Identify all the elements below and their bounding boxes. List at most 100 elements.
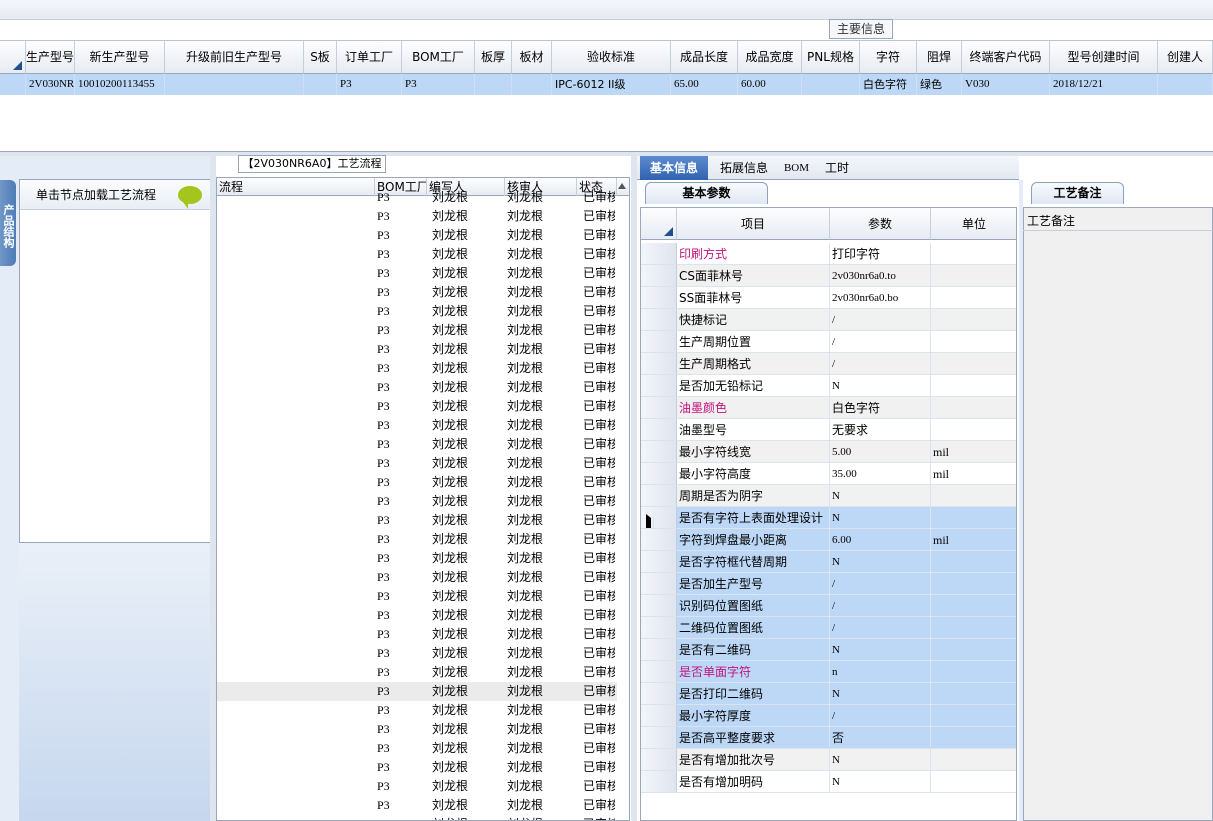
grid-header-cell[interactable]: 板厚: [475, 41, 512, 74]
tree-row[interactable]: 曝光P3刘龙根刘龙根已审核: [217, 302, 617, 321]
param-value[interactable]: N: [830, 507, 931, 529]
tree-row[interactable]: 阻焊前处理P3刘龙根刘龙根已审核: [217, 435, 617, 454]
param-value[interactable]: n: [830, 661, 931, 683]
grid-header-cell[interactable]: 字符: [860, 41, 917, 74]
row-indicator[interactable]: [0, 74, 26, 95]
grid-cell[interactable]: 2V030NR6A0: [26, 74, 75, 95]
grid-cell[interactable]: 60.00: [738, 74, 802, 95]
process-note-tab[interactable]: 工艺备注: [1031, 182, 1124, 204]
grid-cell[interactable]: V030: [962, 74, 1050, 95]
grid-cell[interactable]: [802, 74, 860, 95]
grid-header-cell[interactable]: 生产型号: [26, 41, 75, 74]
param-row[interactable]: 是否有增加批次号 N: [641, 749, 1016, 771]
param-value[interactable]: /: [830, 353, 931, 375]
tree-row[interactable]: −阻焊P3刘龙根刘龙根已审核: [217, 416, 617, 435]
process-note-panel[interactable]: [1023, 207, 1213, 821]
param-row-indicator[interactable]: [641, 309, 677, 331]
tree-row[interactable]: 退膜P3刘龙根刘龙根已审核: [217, 359, 617, 378]
param-value[interactable]: 无要求: [830, 419, 931, 441]
tree-row[interactable]: 终固化1P3刘龙根刘龙根已审核: [217, 758, 617, 777]
product-structure-tab[interactable]: 产品结构: [0, 180, 16, 266]
param-row[interactable]: 快捷标记 /: [641, 309, 1016, 331]
grid-cell[interactable]: 2018/12/21: [1050, 74, 1158, 95]
tree-row[interactable]: 曝光P3刘龙根刘龙根已审核: [217, 511, 617, 530]
param-row[interactable]: 是否单面字符 n: [641, 661, 1016, 683]
tree-row[interactable]: 喷砂P3刘龙根刘龙根已审核: [217, 587, 617, 606]
param-row-indicator[interactable]: [641, 397, 677, 419]
tree-row[interactable]: 负片电镀P3刘龙根刘龙根已审核: [217, 207, 617, 226]
param-row-indicator[interactable]: [641, 551, 677, 573]
grid-header-cell[interactable]: 阻焊: [917, 41, 962, 74]
param-value[interactable]: 6.00: [830, 529, 931, 551]
grid-header-cell[interactable]: 新生产型号: [75, 41, 165, 74]
grid-cell[interactable]: [304, 74, 337, 95]
param-row[interactable]: SS面菲林号 2v030nr6a0.bo: [641, 287, 1016, 309]
param-header-cell[interactable]: 单位: [931, 208, 1016, 240]
grid-cell[interactable]: 白色字符: [860, 74, 917, 95]
tree-row[interactable]: −电镀P3刘龙根刘龙根已审核: [217, 188, 617, 207]
tree-row[interactable]: 外层前处理P3刘龙根刘龙根已审核: [217, 264, 617, 283]
param-value[interactable]: /: [830, 705, 931, 727]
grid-header-cell[interactable]: 成品宽度: [738, 41, 802, 74]
grid-header-cell[interactable]: 创建人: [1158, 41, 1213, 74]
param-row-indicator[interactable]: [641, 617, 677, 639]
param-row-indicator[interactable]: [641, 749, 677, 771]
grid-header-cell[interactable]: 成品长度: [671, 41, 738, 74]
param-row-indicator[interactable]: [641, 661, 677, 683]
grid-header-cell[interactable]: S板: [304, 41, 337, 74]
tree-row[interactable]: −AOIP3刘龙根刘龙根已审核: [217, 378, 617, 397]
tree-row[interactable]: −字符2P3刘龙根刘龙根已审核: [217, 777, 617, 796]
grid-cell[interactable]: 10010200113455: [75, 74, 165, 95]
param-row[interactable]: 生产周期格式 /: [641, 353, 1016, 375]
params-grid[interactable]: 项目 参数 单位 印刷方式 打印字符 CS面菲林号 2v030nr6a0.to SS面菲林号 2…: [640, 207, 1017, 821]
grid-header-cell[interactable]: 板材: [512, 41, 552, 74]
param-row[interactable]: 是否有增加明码 N: [641, 771, 1016, 793]
tab-3[interactable]: 工时: [817, 156, 857, 180]
param-row[interactable]: 是否高平整度要求否: [641, 727, 1016, 749]
grid-cell[interactable]: IPC-6012 II级: [552, 74, 671, 95]
param-value[interactable]: 2v030nr6a0.bo: [830, 287, 931, 309]
param-value[interactable]: 否: [830, 727, 931, 749]
param-value[interactable]: 打印字符: [830, 243, 931, 265]
tree-row[interactable]: 酸性蚀刻P3刘龙根刘龙根已审核: [217, 340, 617, 359]
param-row-indicator[interactable]: [641, 485, 677, 507]
param-row[interactable]: 最小字符厚度 /: [641, 705, 1016, 727]
param-row[interactable]: 油墨型号 无要求: [641, 419, 1016, 441]
grid-header-cell[interactable]: 验收标准: [552, 41, 671, 74]
grid-header-cell[interactable]: BOM工厂: [402, 41, 475, 74]
param-row-indicator[interactable]: [641, 463, 677, 485]
param-value[interactable]: /: [830, 595, 931, 617]
param-row[interactable]: 油墨颜色 白色字符: [641, 397, 1016, 419]
param-value[interactable]: 白色字符: [830, 397, 931, 419]
main-info-label[interactable]: 主要信息: [829, 19, 893, 39]
grid-header-cell[interactable]: PNL规格: [802, 41, 860, 74]
tab-2[interactable]: BOM: [780, 156, 813, 180]
param-value[interactable]: N: [830, 485, 931, 507]
param-value[interactable]: 5.00: [830, 441, 931, 463]
param-value[interactable]: N: [830, 683, 931, 705]
param-value[interactable]: N: [830, 639, 931, 661]
param-header-cell[interactable]: 参数: [830, 208, 931, 240]
tree-row[interactable]: 贴膜P3刘龙根刘龙根已审核: [217, 283, 617, 302]
tree-row[interactable]: −字符1P3刘龙根刘龙根已审核: [217, 720, 617, 739]
param-value[interactable]: /: [830, 617, 931, 639]
tree-row[interactable]: 字符2P3刘龙根刘龙根已审核: [217, 796, 617, 815]
tree-row[interactable]: −外层干膜P3刘龙根刘龙根已审核: [217, 245, 617, 264]
param-header-cell[interactable]: 项目: [677, 208, 830, 240]
grid-cell[interactable]: [475, 74, 512, 95]
grid-cell[interactable]: P3: [402, 74, 475, 95]
tree-row[interactable]: 终固化2P3刘龙根刘龙根已审核: [217, 815, 617, 820]
param-value[interactable]: N: [830, 551, 931, 573]
param-value[interactable]: /: [830, 331, 931, 353]
tree-row[interactable]: −沉金P3刘龙根刘龙根已审核: [217, 568, 617, 587]
param-row-indicator[interactable]: [641, 441, 677, 463]
grid-header-cell[interactable]: 升级前旧生产型号: [165, 41, 304, 74]
param-row[interactable]: 是否打印二维码 N: [641, 683, 1016, 705]
param-row[interactable]: 识别码位置图纸 /: [641, 595, 1016, 617]
grid-cell[interactable]: P3: [337, 74, 402, 95]
tree-row[interactable]: 水洗烘干P3刘龙根刘龙根已审核: [217, 644, 617, 663]
tree-row[interactable]: −字符P3刘龙根刘龙根已审核: [217, 663, 617, 682]
param-row[interactable]: 是否加生产型号 /: [641, 573, 1016, 595]
param-row-indicator[interactable]: [641, 507, 677, 529]
param-row[interactable]: 是否有二维码 N: [641, 639, 1016, 661]
